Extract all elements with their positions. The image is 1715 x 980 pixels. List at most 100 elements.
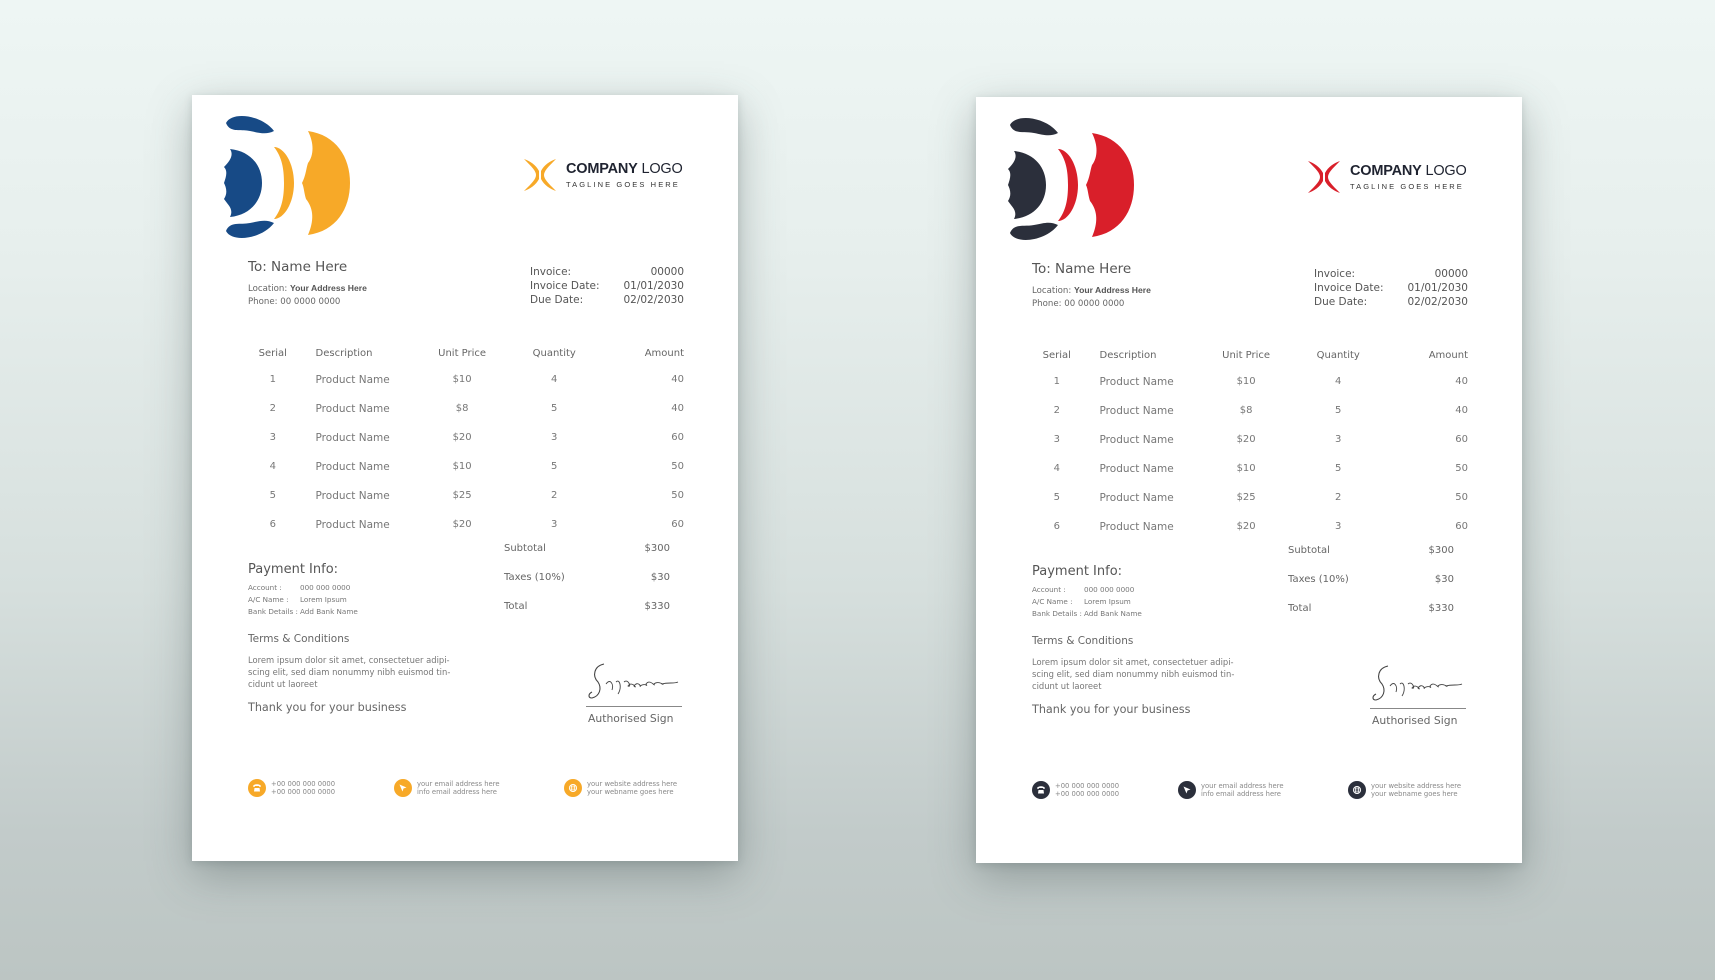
items-table: Serial Description Unit Price Quantity Amoun… [1032,343,1472,541]
payment-label: Bank Details : [248,607,298,616]
payment-label: A/C Name : [248,595,289,604]
table-cell: $10 [1236,376,1256,387]
payment-line: Account : 000 000 0000 [1032,584,1142,596]
brand-name-light: LOGO [641,161,683,177]
table-cell: 6 [269,519,276,530]
payment-value: 000 000 0000 [1084,585,1135,594]
table-cell: Product Name [1099,404,1174,417]
column-header: Serial [258,347,287,359]
recipient-phone: Phone: 00 0000 0000 [248,297,341,307]
meta-value: 02/02/2030 [623,294,684,306]
table-cell: 3 [551,432,558,443]
monogram-logo-icon [224,116,350,238]
table-cell: 4 [551,374,558,385]
total-label: Taxes (10%) [1288,574,1349,585]
total-row: Taxes (10%) $30 [1288,565,1454,594]
table-cell: $20 [1236,521,1256,532]
signature-scribble-icon [588,663,679,699]
payment-line: A/C Name : Lorem Ipsum [248,594,358,606]
table-header: Serial Description Unit Price Quantity Amoun… [1032,343,1472,367]
signature-scribble-icon [1372,665,1463,701]
payment-value: Lorem Ipsum [300,595,347,604]
total-row: Total $330 [1288,594,1454,623]
company-logo-icon [1308,161,1340,193]
invoice-page-red-navy: COMPANY LOGO TAGLINE GOES HERE To: Name … [976,97,1522,863]
footer-phone: +00 000 000 0000 +00 000 000 0000 [248,779,335,797]
globe-icon [1348,781,1366,799]
total-row: Subtotal $300 [1288,536,1454,565]
authorised-sign-label: Authorised Sign [588,712,674,725]
table-cell: $25 [1236,492,1256,503]
table-cell: $20 [1236,434,1256,445]
brand-name-light: LOGO [1425,163,1467,179]
thank-you-note: Thank you for your business [1032,703,1191,716]
table-cell: $20 [452,432,472,443]
table-cell: 3 [1335,434,1342,445]
column-header: Description [315,347,373,359]
table-cell: 60 [671,432,684,443]
table-cell: 60 [671,519,684,530]
payment-value: Add Bank Name [1084,609,1142,618]
column-header: Quantity [1316,349,1360,361]
payment-line: Bank Details : Add Bank Name [248,606,358,618]
total-value: $30 [650,572,670,583]
company-logo: COMPANY LOGO TAGLINE GOES HERE [522,157,683,193]
table-cell: 5 [1053,492,1060,503]
total-value: $330 [1428,603,1454,614]
table-cell: Product Name [1099,462,1174,475]
company-logo: COMPANY LOGO TAGLINE GOES HERE [1306,159,1467,195]
total-value: $330 [644,601,670,612]
table-cell: 4 [1053,463,1060,474]
table-row: 5 Product Name $25 2 50 [1032,483,1472,512]
payment-label: Account : [248,583,282,592]
footer-website: your website address here your webname go… [564,779,677,797]
table-row: 1 Product Name $10 4 40 [248,365,688,394]
table-cell: $8 [1239,405,1253,416]
total-label: Total [504,601,528,612]
payment-value: 000 000 0000 [300,583,351,592]
column-header: Quantity [532,347,576,359]
payment-value: Lorem Ipsum [1084,597,1131,606]
table-cell: $10 [452,374,472,385]
payment-value: Add Bank Name [300,607,358,616]
total-value: $30 [1434,574,1454,585]
table-cell: $10 [452,461,472,472]
recipient-name: To: Name Here [248,259,348,275]
table-cell: 50 [671,461,684,472]
recipient-name: To: Name Here [1032,261,1132,277]
table-cell: 40 [1455,376,1468,387]
table-cell: Product Name [315,518,390,531]
table-cell: 3 [269,432,276,443]
table-cell: 2 [1335,492,1342,503]
table-row: 3 Product Name $20 3 60 [248,423,688,452]
terms-title: Terms & Conditions [1032,635,1134,647]
table-cell: 5 [269,490,276,501]
meta-label: Invoice Date: [1314,282,1384,294]
recipient-phone: Phone: 00 0000 0000 [1032,299,1125,309]
table-row: 2 Product Name $8 5 40 [248,394,688,423]
column-header: Amount [644,347,684,359]
payment-info-title: Payment Info: [1032,564,1123,579]
payment-line: A/C Name : Lorem Ipsum [1032,596,1142,608]
total-label: Subtotal [1288,545,1330,556]
invoice-meta-row: Invoice Date: 01/01/2030 [1314,281,1468,295]
phone-icon [248,779,266,797]
column-header: Description [1099,349,1157,361]
table-cell: $20 [452,519,472,530]
brand-name-bold: COMPANY [1350,163,1422,179]
table-row: 5 Product Name $25 2 50 [248,481,688,510]
brand-tagline: TAGLINE GOES HERE [566,179,680,189]
invoice-meta: Invoice: 00000 Invoice Date: 01/01/2030 Due … [1314,267,1468,309]
table-cell: 50 [1455,492,1468,503]
table-cell: Product Name [1099,520,1174,533]
table-cell: 4 [1335,376,1342,387]
table-row: 4 Product Name $10 5 50 [1032,454,1472,483]
table-cell: 2 [269,403,276,414]
meta-label: Invoice: [1314,268,1356,280]
signature-line [586,706,682,707]
total-label: Total [1288,603,1312,614]
meta-value: 02/02/2030 [1407,296,1468,308]
terms-body: Lorem ipsum dolor sit amet, consectetuer… [248,655,451,689]
send-icon [394,779,412,797]
footer-website: your website address here your webname go… [1348,781,1461,799]
